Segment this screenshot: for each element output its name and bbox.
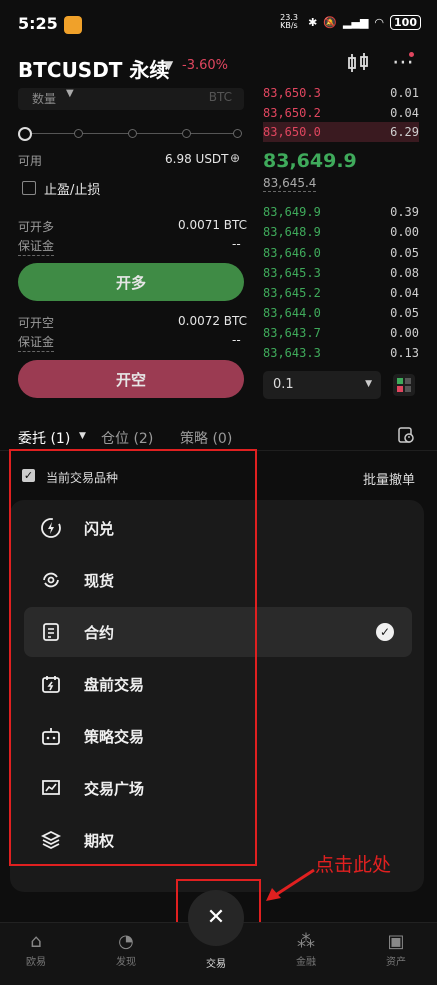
margin-short-value: -- [232,333,241,347]
open-long-button[interactable]: 开多 [18,263,244,301]
price-change: -3.60% [182,58,228,73]
open-long-value: 0.0071 BTC [178,218,248,232]
open-long-label: 可开多 [18,220,55,234]
app-notification-icon [64,16,82,34]
tpsl-checkbox[interactable] [22,181,36,195]
last-price: 83,649.9 [263,150,357,172]
caret-down-icon[interactable]: ▼ [79,431,86,441]
annotation-box-menu [9,449,257,866]
quantity-unit: BTC [208,90,232,104]
finance-icon: ⁂ [297,931,315,952]
check-icon: ✓ [376,623,394,641]
status-indicators: 23.3 KB/s ✱ 🔕 ▂▄▆ ◠ 100 [280,14,421,30]
annotation-text: 点击此处 [315,854,392,876]
available-label: 可用 [18,154,43,168]
network-speed: 23.3 KB/s [280,13,298,30]
available-value: 6.98 USDT [165,152,229,166]
header: BTCUSDT 永续 ▼ -3.60% ⋯ [0,46,437,90]
status-bar: 5:25 23.3 KB/s ✱ 🔕 ▂▄▆ ◠ 100 [0,0,437,46]
batch-cancel-button[interactable]: 批量撤单 [363,469,415,488]
tpsl-label[interactable]: 止盈/止损 [44,179,100,198]
nav-trade[interactable]: 交易 [186,943,246,970]
quantity-label: 数量 [32,92,57,106]
bluetooth-icon: ✱ [308,15,318,29]
depth-select[interactable]: 0.1 ▼ [263,371,381,399]
margin-long-value: -- [232,237,241,251]
open-short-label: 可开空 [18,316,55,330]
close-icon[interactable]: ✕ [188,890,244,946]
leverage-slider[interactable] [18,126,244,141]
orderbook-layout-icon[interactable] [393,374,415,396]
signal-icon: ▂▄▆ [343,15,369,29]
home-icon: ⌂ [30,931,42,952]
mute-icon: 🔕 [323,15,338,29]
caret-down-icon[interactable]: ▼ [66,88,74,99]
quantity-input[interactable]: 数量 ▼ BTC [18,88,244,110]
tab-strategy[interactable]: 策略 (0) [180,428,232,448]
depth-value: 0.1 [273,377,294,392]
tab-positions[interactable]: 仓位 (2) [101,428,153,448]
nav-finance[interactable]: ⁂ 金融 [276,931,336,968]
battery-icon: 100 [390,14,421,30]
notification-dot [409,52,414,57]
open-short-value: 0.0072 BTC [178,314,248,328]
caret-down-icon: ▼ [365,379,372,389]
margin-label: 保证金 [18,333,55,352]
tab-orders[interactable]: 委托 (1) [18,428,70,448]
order-history-icon[interactable] [397,426,415,448]
discover-icon: ◔ [118,931,134,952]
wifi-icon: ◠ [374,15,385,29]
pair-title[interactable]: BTCUSDT 永续 [18,54,169,83]
mark-price: 83,645.4 [263,176,317,192]
ask-row[interactable]: 83,650.0 6.29 [263,122,419,142]
status-time: 5:25 [18,14,58,33]
candlestick-icon[interactable] [346,52,370,79]
margin-label: 保证金 [18,237,55,256]
add-funds-icon[interactable]: ⊕ [230,151,240,165]
caret-down-icon[interactable]: ▼ [164,58,173,72]
nav-discover[interactable]: ◔ 发现 [96,931,156,968]
nav-home[interactable]: ⌂ 欧易 [6,931,66,968]
annotation-arrow-icon [264,866,318,908]
wallet-icon: ▣ [387,931,405,952]
nav-assets[interactable]: ▣ 资产 [366,931,426,968]
open-short-button[interactable]: 开空 [18,360,244,398]
